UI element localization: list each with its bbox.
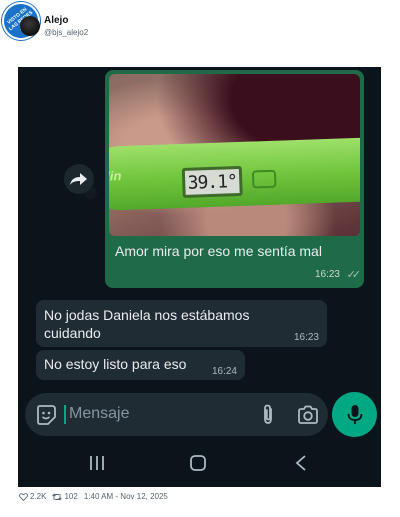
microphone-button[interactable] [332, 392, 377, 437]
outgoing-message-bubble[interactable]: klin 39.1° Amor mira por eso me sentía m… [105, 70, 364, 288]
retweet-stat[interactable]: 102 [52, 492, 78, 501]
author-avatar[interactable] [20, 16, 40, 36]
message-input[interactable] [69, 402, 239, 426]
retweet-count: 102 [64, 492, 78, 501]
message-time: 16:24 [211, 366, 237, 377]
message-text: No estoy listo para eso [44, 356, 187, 372]
author-handle[interactable]: @bjs_alejo2 [44, 28, 88, 37]
message-time: 16:23 [314, 269, 340, 280]
thermometer-button [251, 169, 277, 189]
tweet-timestamp[interactable]: 1:40 AM - Nov 12, 2025 [84, 492, 168, 501]
android-navigation-bar [18, 444, 381, 487]
author-name[interactable]: Alejo [44, 15, 68, 26]
like-count: 2.2K [30, 492, 47, 501]
thermometer: klin 39.1° [109, 136, 360, 212]
retweet-icon [52, 492, 63, 501]
incoming-message-bubble[interactable]: No jodas Daniela nos estábamos cuidando … [36, 300, 327, 347]
recent-apps-icon[interactable] [88, 454, 106, 472]
whatsapp-screenshot: klin 39.1° Amor mira por eso me sentía m… [18, 67, 381, 487]
paperclip-icon[interactable] [258, 404, 278, 426]
forward-icon[interactable] [64, 164, 94, 194]
read-receipt-icon: ✓✓ [346, 269, 362, 281]
like-stat[interactable]: 2.2K [19, 492, 46, 501]
home-icon[interactable] [189, 454, 207, 472]
message-composer [25, 393, 328, 436]
back-icon[interactable] [294, 454, 308, 472]
heart-icon [19, 492, 28, 501]
thermometer-reading: 39.1° [181, 165, 243, 198]
microphone-icon [347, 404, 362, 424]
message-time: 16:23 [293, 332, 319, 343]
thermometer-brand: klin [109, 168, 122, 184]
incoming-message-bubble[interactable]: No estoy listo para eso 16:24 [36, 350, 245, 380]
camera-icon[interactable] [297, 405, 319, 425]
thermometer-photo[interactable]: klin 39.1° [109, 74, 360, 236]
sticker-icon[interactable] [35, 404, 57, 426]
tweet-footer: 2.2K 102 1:40 AM - Nov 12, 2025 [19, 492, 168, 501]
message-text: Amor mira por eso me sentía mal [115, 243, 322, 259]
message-text: No jodas Daniela nos estábamos cuidando [44, 307, 250, 341]
text-cursor [64, 405, 66, 424]
